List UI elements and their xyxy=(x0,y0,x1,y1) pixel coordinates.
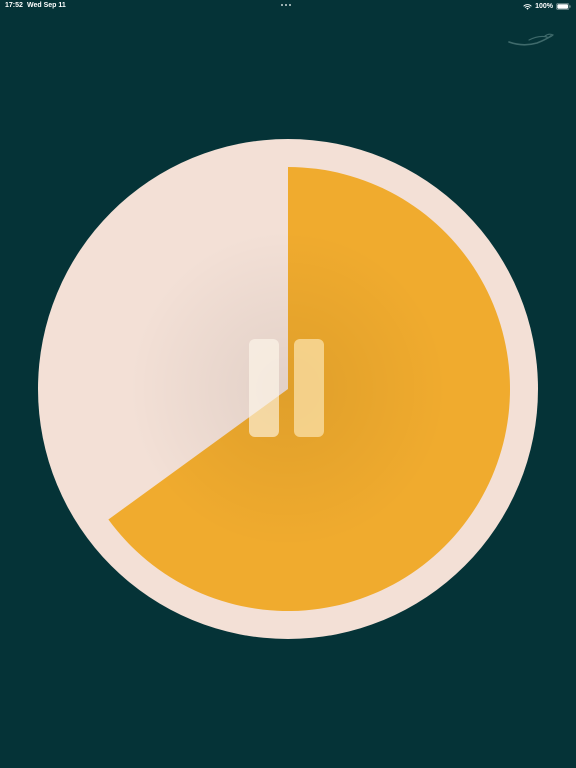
battery-percent: 100% xyxy=(535,3,553,10)
feather-swoosh-icon xyxy=(508,33,555,46)
pause-button[interactable] xyxy=(245,335,331,441)
wifi-icon xyxy=(523,3,532,10)
pause-icon-right-bar xyxy=(294,339,324,437)
status-right-group: 100% xyxy=(523,1,571,12)
status-time: 17:52 xyxy=(5,2,23,9)
battery-icon xyxy=(556,3,571,10)
multitasking-dots-icon[interactable] xyxy=(281,4,295,7)
status-date: Wed Sep 11 xyxy=(27,2,66,9)
timer-screen: 17:52 Wed Sep 11 100% xyxy=(0,0,576,768)
status-bar: 17:52 Wed Sep 11 100% xyxy=(0,0,576,14)
pause-icon-left-bar xyxy=(249,339,279,437)
